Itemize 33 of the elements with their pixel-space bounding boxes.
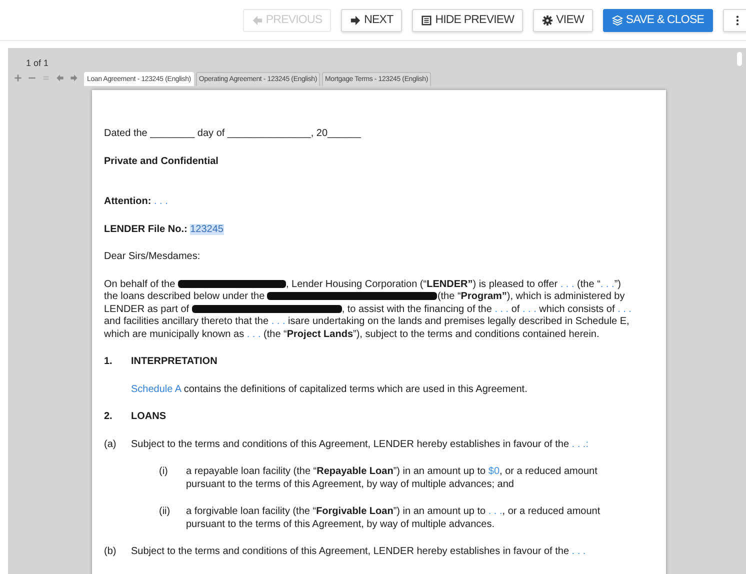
paragraph: LENDER File No.: 123245: [104, 224, 224, 236]
gear-icon: [542, 14, 554, 26]
paragraph: Dated the ________ day of _______________, 20______: [104, 128, 362, 140]
page-count: 1 of 1: [26, 58, 49, 68]
section-heading: INTERPRETATION: [131, 356, 218, 368]
arrow-left-icon: [252, 14, 263, 26]
document-icon: [421, 14, 432, 26]
arrow-left-icon[interactable]: [56, 74, 64, 82]
arrow-right-icon[interactable]: [70, 74, 78, 82]
paragraph: On behalf of the , Lender Housing Corporation (“LENDER”) is pleased to offer . . . (the “. . .”) the loans described below under the (the “Program”), which is administered by LENDER as part of , to assist with the financing of the . . . of . . . which consists of . . . and facilities ancillary thereto that the . . . isare undertaking on the lands and premises legally described in Schedule E, which are municipally known as . . . (the “Project Lands”), subject to the terms and conditions contained herein.: [104, 278, 632, 341]
paragraph: Private and Confidential: [104, 156, 220, 168]
item-number: (i): [159, 466, 169, 479]
item-number: 1.: [104, 356, 114, 368]
list-item-text: Subject to the terms and conditions of this Agreement, LENDER hereby establishes in favour of the . . .:: [131, 438, 590, 451]
more-button[interactable]: [723, 8, 746, 32]
paragraph: Dear Sirs/Mesdames:: [104, 251, 202, 264]
paragraph: Schedule A contains the definitions of capitalized terms which are used in this Agreement.: [130, 384, 528, 396]
zoom-in-icon[interactable]: [14, 74, 22, 82]
toolbar-button[interactable]: SAVE & CLOSE: [602, 8, 713, 32]
list-item-text: Subject to the terms and conditions of this Agreement, LENDER hereby establishes in favour of the . . .: [131, 546, 587, 558]
item-number: (ii): [159, 506, 172, 519]
section-heading: LOANS: [131, 411, 166, 424]
arrow-right-icon: [350, 14, 362, 26]
toolbar-button[interactable]: VIEW: [533, 8, 593, 32]
toolbar-button[interactable]: HIDE PREVIEW: [412, 8, 524, 32]
item-number: (a): [104, 438, 118, 451]
item-number: 2.: [104, 411, 114, 424]
list-item-text: a forgivable loan facility (the “Forgivable Loan”) in an amount up to . . ., or a reduced amount pursuant to the terms of this Agreement, by way of multiple advances.: [186, 506, 602, 531]
layers-icon: [612, 14, 623, 26]
toolbar-button[interactable]: NEXT: [341, 8, 402, 32]
paragraph: Attention: . . .: [104, 196, 169, 208]
list-item-text: a repayable loan facility (the “Repayable Loan”) in an amount up to $0, or a reduced amount pursuant to the terms of this Agreement, by way of multiple advances; and: [186, 466, 598, 491]
item-number: (b): [104, 546, 118, 558]
